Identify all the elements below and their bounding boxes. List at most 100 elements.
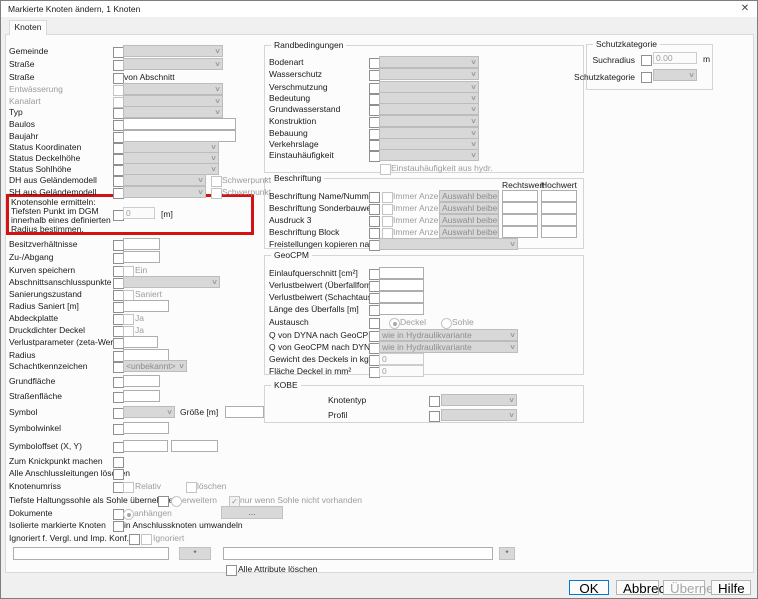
ignoriert-checkbox[interactable] bbox=[141, 534, 152, 545]
beschriftung-block-hochwert-input[interactable] bbox=[541, 226, 577, 238]
baulos-input[interactable] bbox=[123, 118, 236, 130]
profil-checkbox[interactable] bbox=[429, 411, 440, 422]
ausdruck3-immer-checkbox[interactable] bbox=[382, 216, 393, 227]
ausdruck3-checkbox[interactable] bbox=[369, 216, 380, 227]
symboloffset-y-input[interactable] bbox=[171, 440, 218, 452]
typ-dropdown[interactable]: ∨ bbox=[123, 106, 223, 118]
symboloffset-label: Symboloffset (X, Y) bbox=[9, 441, 82, 451]
strassenflaeche-label: Straßenfläche bbox=[9, 391, 62, 401]
symboloffset-x-input[interactable] bbox=[123, 440, 168, 452]
zum-knickpunkt-checkbox[interactable] bbox=[113, 457, 124, 468]
beschriftung-sonderbauwerk-immer-checkbox[interactable] bbox=[382, 204, 393, 215]
dh-schwerpunkt-checkbox[interactable] bbox=[211, 176, 222, 187]
verlustbeiwert-schacht-input[interactable] bbox=[379, 291, 424, 303]
alle-attribute-loeschen-checkbox[interactable] bbox=[226, 565, 237, 576]
entwaesserung-dropdown[interactable]: ∨ bbox=[123, 83, 223, 95]
besitzverhaeltnisse-input[interactable] bbox=[123, 238, 160, 250]
dh-gelaendemodell-dropdown[interactable]: ∨ bbox=[123, 174, 206, 186]
profil-dropdown[interactable]: ∨ bbox=[441, 409, 517, 421]
attribute-input-right[interactable] bbox=[223, 547, 493, 560]
ausdruck3-dropdown[interactable]: Auswahl beibehalt∨ bbox=[439, 214, 499, 226]
close-icon[interactable]: ✕ bbox=[739, 3, 751, 15]
uebernehmen-button[interactable]: Übernehmen bbox=[663, 580, 705, 595]
knotentyp-checkbox[interactable] bbox=[429, 396, 440, 407]
erweitern-radio[interactable] bbox=[171, 496, 182, 507]
schutzkategorie-dropdown[interactable]: ∨ bbox=[653, 69, 697, 81]
einlaufquerschnitt-input[interactable] bbox=[379, 267, 424, 279]
austausch-checkbox[interactable] bbox=[369, 318, 380, 329]
konstruktion-dropdown[interactable]: ∨ bbox=[379, 115, 479, 127]
beschriftung-name-dropdown[interactable]: Auswahl beibehalt∨ bbox=[439, 190, 499, 202]
schutzkategorie-checkbox[interactable] bbox=[641, 72, 652, 83]
groesse-input[interactable] bbox=[225, 406, 264, 418]
tab-knoten[interactable]: Knoten bbox=[9, 20, 47, 35]
beschriftung-name-hochwert-input[interactable] bbox=[541, 190, 577, 202]
laenge-ueberfall-input[interactable] bbox=[379, 303, 424, 315]
beschriftung-sonderbauwerk-dropdown[interactable]: Auswahl beibehalt∨ bbox=[439, 202, 499, 214]
isolierte-knoten-checkbox[interactable] bbox=[113, 521, 124, 532]
beschriftung-sonderbauwerk-checkbox[interactable] bbox=[369, 204, 380, 215]
deckel-radio[interactable] bbox=[389, 318, 400, 329]
knotentyp-dropdown[interactable]: ∨ bbox=[441, 394, 517, 406]
dokumente-browse-button[interactable]: ... bbox=[221, 506, 283, 519]
anhaengen-radio[interactable] bbox=[123, 509, 134, 520]
gemeinde-dropdown[interactable]: ∨ bbox=[123, 45, 223, 57]
suchradius-checkbox[interactable] bbox=[641, 55, 652, 66]
grundflaeche-input[interactable] bbox=[123, 375, 160, 387]
freistellungen-dropdown[interactable]: ∨ bbox=[379, 238, 518, 250]
wasserschutz-dropdown[interactable]: ∨ bbox=[379, 68, 479, 80]
knotenumriss-loeschen-checkbox[interactable] bbox=[186, 482, 197, 493]
abschnittsanschlusspunkte-dropdown[interactable]: ∨ bbox=[123, 276, 220, 288]
sh-gelaendemodell-dropdown[interactable]: ∨ bbox=[123, 186, 206, 198]
schachtkennzeichen-dropdown[interactable]: <unbekannt>∨ bbox=[123, 360, 187, 372]
beschriftung-block-rechtswert-input[interactable] bbox=[502, 226, 538, 238]
hochwert-header: Hochwert bbox=[541, 180, 577, 190]
anschlussleitungen-loeschen-checkbox[interactable] bbox=[113, 469, 124, 480]
bodenart-dropdown[interactable]: ∨ bbox=[379, 56, 479, 68]
einstauhaeufigkeit-dropdown[interactable]: ∨ bbox=[379, 149, 479, 161]
symbolwinkel-input[interactable] bbox=[123, 422, 169, 434]
grundwasserstand-dropdown[interactable]: ∨ bbox=[379, 103, 479, 115]
anschlussknoten-umwandeln-label: in Anschlussknoten umwandeln bbox=[124, 520, 243, 530]
sanierungszustand-label: Sanierungszustand bbox=[9, 289, 82, 299]
attribute-input-left[interactable] bbox=[13, 547, 169, 560]
knotenumriss-loeschen-label: löschen bbox=[197, 481, 226, 491]
beschriftung-name-immer-checkbox[interactable] bbox=[382, 192, 393, 203]
gewicht-deckel-input[interactable]: 0 bbox=[379, 353, 424, 365]
baulos-label: Baulos bbox=[9, 119, 35, 129]
ok-button[interactable]: OK bbox=[569, 580, 609, 595]
chevron-down-icon: ∨ bbox=[470, 58, 477, 66]
radius-saniert-input[interactable] bbox=[123, 300, 169, 312]
beschriftung-name-checkbox[interactable] bbox=[369, 192, 380, 203]
sohle-radio[interactable] bbox=[441, 318, 452, 329]
ausdruck3-rechtswert-input[interactable] bbox=[502, 214, 538, 226]
flaeche-deckel-input[interactable]: 0 bbox=[379, 365, 424, 377]
abdeckplatte-ja-checkbox[interactable] bbox=[123, 314, 134, 325]
abbrechen-button[interactable]: Abbrechen bbox=[616, 580, 659, 595]
q-dyna-geocpm-dropdown[interactable]: wie in Hydraulikvariante∨ bbox=[379, 329, 518, 341]
ignoriert-vergl-checkbox[interactable] bbox=[129, 534, 140, 545]
strassenflaeche-input[interactable] bbox=[123, 390, 160, 402]
zu-abgang-input[interactable] bbox=[123, 251, 160, 263]
wildcard-button-left[interactable]: * bbox=[179, 547, 211, 560]
einstau-aus-hydr-checkbox[interactable] bbox=[380, 164, 391, 175]
strasse-dropdown[interactable]: ∨ bbox=[123, 58, 223, 70]
suchradius-input[interactable]: 0.00 bbox=[653, 52, 697, 64]
status-sohlhoehe-label: Status Sohlhöhe bbox=[9, 164, 71, 174]
wildcard-button-right[interactable]: * bbox=[499, 547, 515, 560]
beschriftung-sonderbauwerk-hochwert-input[interactable] bbox=[541, 202, 577, 214]
knotenumriss-relativ-checkbox[interactable] bbox=[123, 482, 134, 493]
knotensohle-radius-input[interactable]: 0 bbox=[123, 207, 155, 219]
symbol-dropdown[interactable]: ∨ bbox=[123, 406, 175, 418]
hilfe-button[interactable]: Hilfe bbox=[711, 580, 751, 595]
tiefste-haltungssohle-checkbox[interactable] bbox=[158, 496, 169, 507]
ausdruck3-hochwert-input[interactable] bbox=[541, 214, 577, 226]
verlustbeiwert-ueberfall-input[interactable] bbox=[379, 279, 424, 291]
sh-schwerpunkt-checkbox[interactable] bbox=[211, 188, 222, 199]
q-geocpm-dyna-dropdown[interactable]: wie in Hydraulikvariante∨ bbox=[379, 341, 518, 353]
beschriftung-block-dropdown[interactable]: Auswahl beibehalt∨ bbox=[439, 226, 499, 238]
q-dyna-geocpm-label: Q von DYNA nach GeoCPM bbox=[269, 330, 375, 340]
beschriftung-name-rechtswert-input[interactable] bbox=[502, 190, 538, 202]
beschriftung-sonderbauwerk-rechtswert-input[interactable] bbox=[502, 202, 538, 214]
verlustparameter-input[interactable] bbox=[123, 336, 158, 348]
